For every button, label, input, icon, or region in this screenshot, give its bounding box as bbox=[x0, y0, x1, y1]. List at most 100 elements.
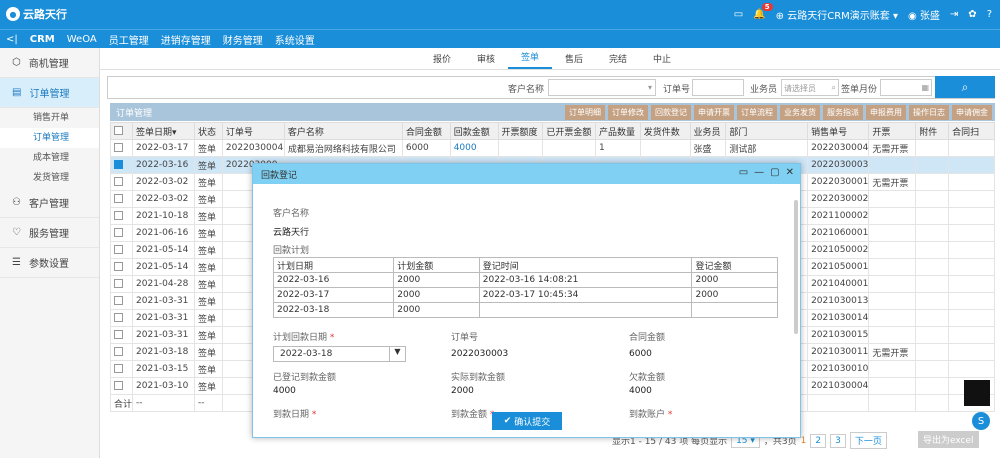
nav-finance[interactable]: 财务管理 bbox=[217, 32, 269, 47]
row-checkbox[interactable] bbox=[109, 224, 134, 242]
col-contract-scan[interactable]: 合同扫 bbox=[948, 122, 995, 140]
ship-button[interactable]: 业务发货 bbox=[780, 104, 820, 120]
row-checkbox[interactable] bbox=[109, 207, 134, 225]
col-qty[interactable]: 产品数量 bbox=[595, 122, 641, 140]
sidebar-sub-cost[interactable]: 成本管理 bbox=[0, 148, 99, 168]
payment-plan-table: 计划日期 计划金额 登记时间 登记金额 2022-03-16 2000 2022-03-16… bbox=[272, 257, 778, 318]
col-status[interactable]: 状态 bbox=[193, 122, 223, 140]
row-checkbox[interactable] bbox=[109, 241, 134, 259]
row-checkbox[interactable] bbox=[109, 190, 134, 208]
col-received[interactable]: 回款金额 bbox=[449, 122, 499, 140]
commission-button[interactable]: 申请佣金 bbox=[952, 104, 992, 120]
export-excel-button[interactable]: 导出为excel bbox=[918, 431, 979, 448]
table-cell bbox=[868, 241, 917, 259]
invoice-request-button[interactable]: 申请开票 bbox=[694, 104, 734, 120]
tab-aftersale[interactable]: 售后 bbox=[552, 52, 596, 69]
next-page-button[interactable]: 下一页 bbox=[849, 432, 887, 449]
table-cell bbox=[948, 292, 995, 310]
row-checkbox[interactable] bbox=[109, 156, 134, 174]
row-checkbox[interactable] bbox=[109, 139, 134, 157]
plan-cell: 2000 bbox=[393, 287, 480, 303]
sidebar-item-customers[interactable]: ⚇ 客户管理 bbox=[0, 188, 99, 218]
sidebar-item-service[interactable]: ♡ 服务管理 bbox=[0, 218, 99, 248]
row-checkbox[interactable] bbox=[109, 258, 134, 276]
logout-icon[interactable]: ⇥ bbox=[950, 9, 958, 20]
page-1[interactable]: 1 bbox=[801, 436, 807, 446]
row-checkbox[interactable] bbox=[109, 292, 134, 310]
nav-crm[interactable]: CRM bbox=[24, 34, 61, 45]
sidebar-item-orders[interactable]: ▤ 订单管理 bbox=[0, 78, 99, 108]
page-2[interactable]: 2 bbox=[810, 433, 827, 448]
confirm-submit-button[interactable]: ✔ 确认提交 bbox=[492, 412, 562, 430]
col-attachment[interactable]: 附件 bbox=[915, 122, 950, 140]
col-customer[interactable]: 客户名称 bbox=[283, 122, 403, 140]
col-contract-amount[interactable]: 合同金额 bbox=[401, 122, 451, 140]
customer-filter-select[interactable]: ▾ bbox=[548, 79, 656, 96]
row-checkbox[interactable] bbox=[109, 360, 134, 378]
nav-hr[interactable]: 员工管理 bbox=[103, 32, 155, 47]
collapse-sidebar-button[interactable]: <| bbox=[0, 34, 24, 45]
settings-icon[interactable]: ✿ bbox=[968, 9, 976, 20]
dialog-scrollbar[interactable] bbox=[794, 200, 798, 334]
payment-register-button[interactable]: 回款登记 bbox=[651, 104, 691, 120]
row-checkbox[interactable] bbox=[109, 377, 134, 395]
col-shipped[interactable]: 发货件数 bbox=[639, 122, 691, 140]
page-3[interactable]: 3 bbox=[830, 433, 846, 448]
row-checkbox[interactable] bbox=[109, 326, 134, 344]
col-dept[interactable]: 部门 bbox=[725, 122, 809, 140]
dialog-feedback-icon[interactable]: ▭ bbox=[739, 167, 748, 178]
table-cell bbox=[868, 275, 917, 293]
monitor-icon[interactable]: ▭ bbox=[734, 9, 743, 20]
col-invoiced[interactable]: 已开票金额 bbox=[542, 122, 597, 140]
col-sales-no[interactable]: 销售单号 bbox=[807, 122, 870, 140]
table-row[interactable]: 2022-03-17 签单 2022030004 成都易治网络科技有限公司 6000 40… bbox=[109, 139, 995, 157]
floating-help-icon[interactable]: S bbox=[972, 412, 990, 430]
col-invoice-limit[interactable]: 开票额度 bbox=[497, 122, 544, 140]
notification-bell-icon[interactable]: 🔔 5 bbox=[753, 3, 773, 20]
month-filter-input[interactable]: ▦ bbox=[880, 79, 932, 96]
tab-completed[interactable]: 完结 bbox=[596, 52, 640, 69]
account-switcher[interactable]: ⊕ 云路天行CRM演示账套 ▾ bbox=[776, 7, 898, 22]
sales-filter-input[interactable]: 请选择员 ⌕ bbox=[781, 79, 839, 96]
app-logo[interactable]: ● 云路天行 bbox=[6, 6, 67, 22]
tab-review[interactable]: 审核 bbox=[464, 52, 508, 69]
plan-date-select[interactable]: 2022-03-18 ▼ bbox=[273, 346, 406, 362]
row-checkbox[interactable] bbox=[109, 309, 134, 327]
qr-code-image[interactable] bbox=[964, 380, 990, 406]
col-sales[interactable]: 业务员 bbox=[689, 122, 727, 140]
order-detail-button[interactable]: 订单明细 bbox=[565, 104, 605, 120]
owed-amount-field: 欠款金额 4000 bbox=[629, 373, 666, 396]
close-icon[interactable]: ✕ bbox=[786, 167, 794, 178]
search-button[interactable]: ⌕ bbox=[935, 76, 995, 98]
tab-aborted[interactable]: 中止 bbox=[640, 52, 684, 69]
order-flow-button[interactable]: 订单流程 bbox=[737, 104, 777, 120]
sidebar-item-opportunity[interactable]: ⬡ 商机管理 bbox=[0, 48, 99, 78]
expense-button[interactable]: 申报费用 bbox=[866, 104, 906, 120]
sidebar-item-params[interactable]: ☰ 参数设置 bbox=[0, 248, 99, 278]
col-invoice[interactable]: 开票 bbox=[868, 122, 917, 140]
table-cell bbox=[915, 326, 950, 344]
order-edit-button[interactable]: 订单修改 bbox=[608, 104, 648, 120]
nav-system[interactable]: 系统设置 bbox=[269, 32, 321, 47]
row-checkbox[interactable] bbox=[109, 173, 134, 191]
table-cell bbox=[948, 207, 995, 225]
col-sign-date[interactable]: 签单日期▾ bbox=[132, 122, 195, 140]
nav-weoa[interactable]: WeOA bbox=[61, 34, 103, 45]
sidebar-sub-shipping[interactable]: 发货管理 bbox=[0, 168, 99, 188]
service-assign-button[interactable]: 服务指派 bbox=[823, 104, 863, 120]
sidebar-sub-order-mgmt[interactable]: 订单管理 bbox=[0, 128, 99, 148]
tab-quote[interactable]: 报价 bbox=[420, 52, 464, 69]
col-order-no[interactable]: 订单号 bbox=[221, 122, 285, 140]
operation-log-button[interactable]: 操作日志 bbox=[909, 104, 949, 120]
nav-inventory[interactable]: 进销存管理 bbox=[155, 32, 217, 47]
user-menu[interactable]: ◉ 张盛 bbox=[908, 7, 940, 22]
row-checkbox[interactable] bbox=[109, 343, 134, 361]
select-all-checkbox[interactable] bbox=[109, 122, 134, 140]
row-checkbox[interactable] bbox=[109, 275, 134, 293]
tab-signed[interactable]: 签单 bbox=[508, 50, 552, 69]
sidebar-sub-sales-invoice[interactable]: 销售开单 bbox=[0, 108, 99, 128]
order-filter-input[interactable] bbox=[692, 79, 744, 96]
minimize-icon[interactable]: — bbox=[754, 167, 764, 178]
help-icon[interactable]: ? bbox=[987, 9, 992, 20]
maximize-icon[interactable]: ▢ bbox=[770, 167, 779, 178]
